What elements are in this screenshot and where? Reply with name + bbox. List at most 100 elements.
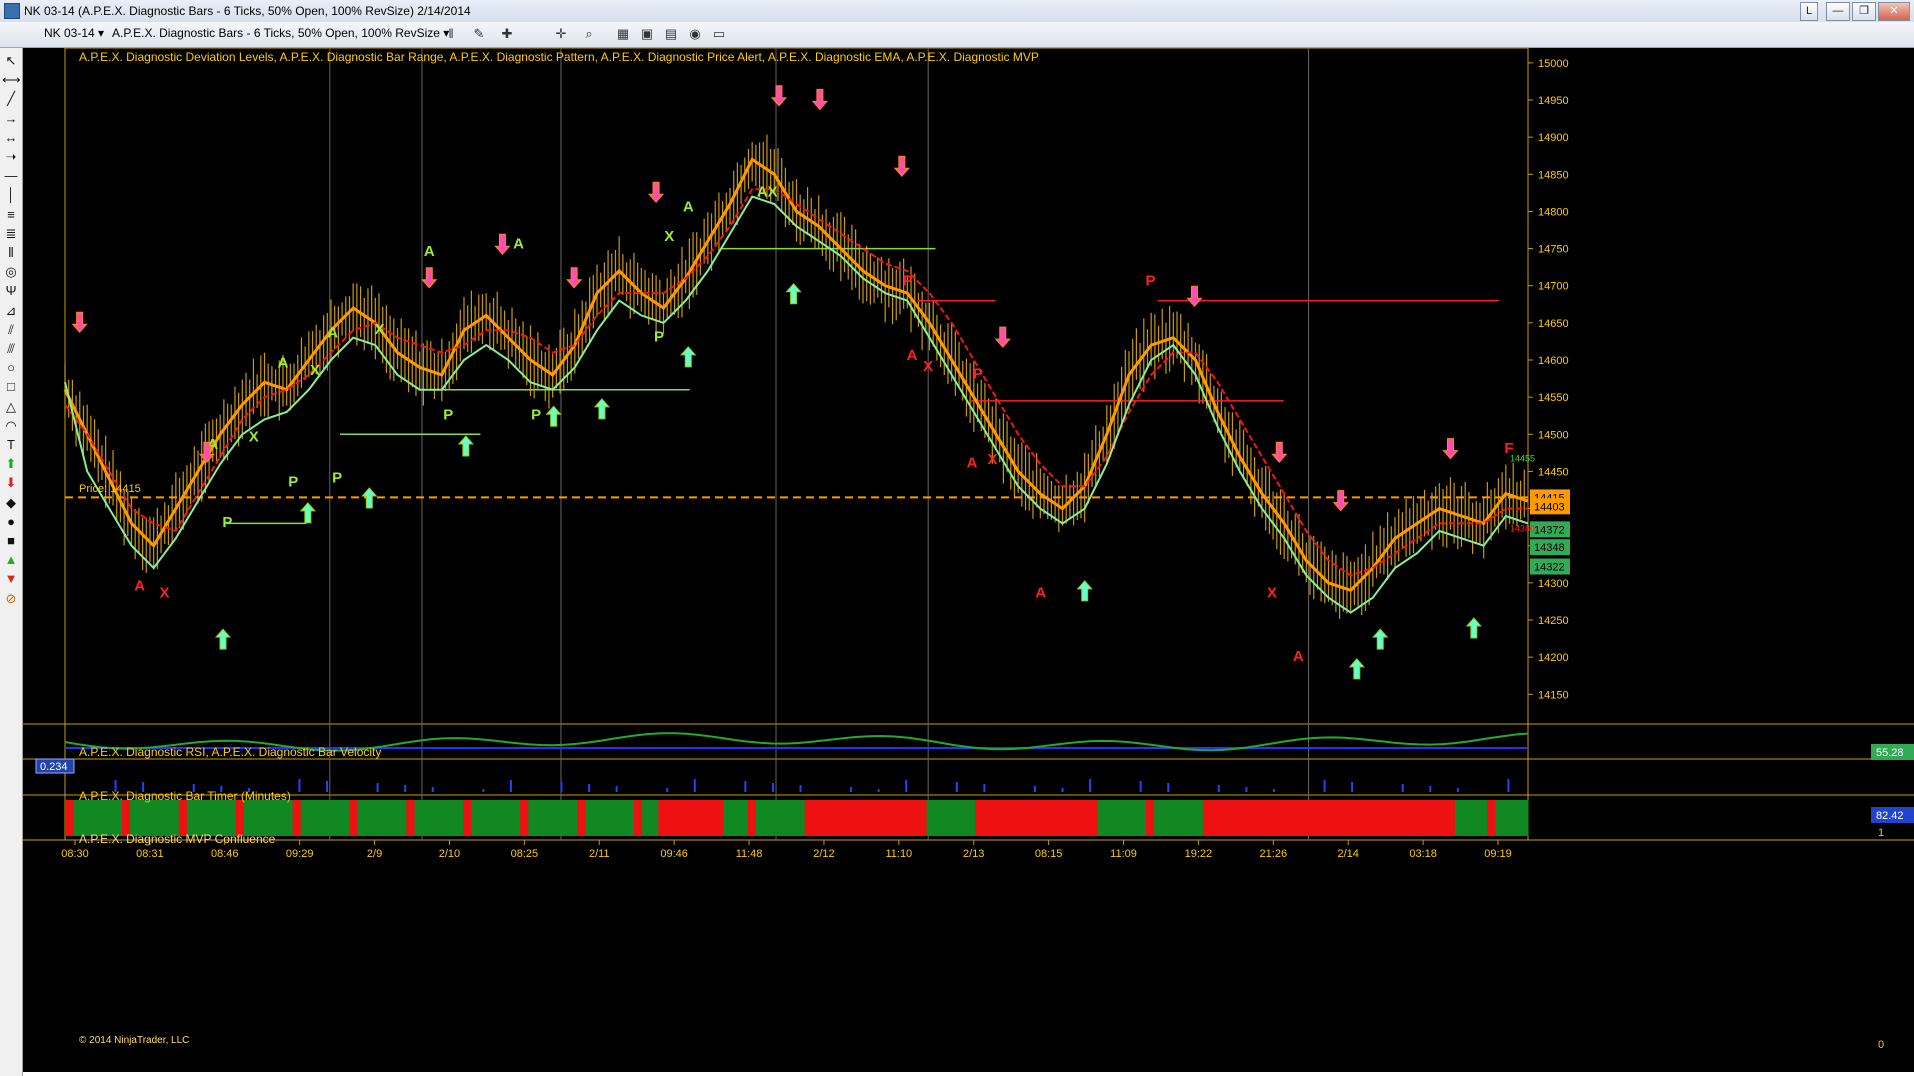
- horizontal-line-icon[interactable]: —: [2, 167, 20, 185]
- window-icon[interactable]: ▭: [710, 26, 728, 42]
- text-icon[interactable]: T: [2, 436, 20, 454]
- fib-circle-icon[interactable]: ◎: [2, 263, 20, 281]
- y-tick-label: 14750: [1538, 244, 1569, 256]
- mvp-block: [243, 800, 253, 836]
- mvp-block: [763, 800, 773, 836]
- marker-icon[interactable]: ✚: [498, 26, 516, 42]
- crosshair-icon[interactable]: ✛: [552, 26, 570, 42]
- mvp-block: [186, 800, 196, 836]
- square-icon[interactable]: ■: [2, 532, 20, 550]
- dot-icon[interactable]: ●: [2, 513, 20, 531]
- gann-fan-icon[interactable]: ⊿: [2, 302, 20, 320]
- y-tick-label: 14650: [1538, 318, 1569, 330]
- triangle-icon[interactable]: △: [2, 398, 20, 416]
- mvp-block: [430, 800, 440, 836]
- rectangle-icon[interactable]: □: [2, 378, 20, 396]
- x-tick-label: 08:31: [136, 848, 164, 860]
- mvp-block: [1072, 800, 1082, 836]
- timer-right-value: 82.42: [1876, 810, 1904, 822]
- app-icon: [4, 3, 20, 19]
- instrument-selector[interactable]: NK 03-14 ▾: [44, 26, 104, 40]
- mvp-block: [1227, 800, 1236, 836]
- strategies-icon[interactable]: ▦: [614, 26, 632, 42]
- mvp-block: [707, 800, 716, 836]
- remove-icon[interactable]: ⊘: [2, 590, 20, 608]
- extended-line-icon[interactable]: ↔: [2, 129, 20, 147]
- signal-label: A: [134, 577, 145, 594]
- x-tick-label: 11:10: [885, 848, 912, 860]
- mvp-block: [422, 800, 432, 836]
- pencil-icon[interactable]: ✎: [470, 26, 488, 42]
- mvp-block: [89, 800, 99, 836]
- regression-channel-icon[interactable]: ⫽: [2, 321, 20, 339]
- signal-label: X: [1267, 585, 1277, 602]
- ellipse-icon[interactable]: ○: [2, 359, 20, 377]
- signal-label: P: [222, 514, 232, 531]
- andrews-pitchfork-icon[interactable]: Ψ: [2, 282, 20, 300]
- x-tick-label: 08:30: [61, 848, 89, 860]
- trend-channel-icon[interactable]: ⫻: [2, 340, 20, 358]
- mvp-block: [1194, 800, 1204, 836]
- mvp-block: [1024, 800, 1033, 836]
- ruler-icon[interactable]: ⟷: [2, 71, 21, 89]
- mvp-block: [1178, 800, 1188, 836]
- y-tick-label: 14250: [1538, 615, 1569, 627]
- signal-label: P: [973, 366, 983, 383]
- mvp-block: [447, 800, 456, 836]
- mvp-block: [812, 800, 822, 836]
- line-icon[interactable]: ╱: [2, 90, 20, 108]
- mvp-block: [365, 800, 375, 836]
- mvp-block: [138, 800, 147, 836]
- arrow-up-icon[interactable]: ⬆: [2, 455, 20, 473]
- bar-type-selector[interactable]: A.P.E.X. Diagnostic Bars - 6 Ticks, 50% …: [112, 26, 449, 40]
- mvp-block: [471, 800, 481, 836]
- mvp-block: [219, 800, 229, 836]
- mvp-block: [910, 800, 919, 836]
- mvp-block: [170, 800, 180, 836]
- mvp-block: [747, 800, 757, 836]
- vertical-line-icon[interactable]: │: [2, 186, 20, 204]
- mvp-block: [544, 800, 554, 836]
- signal-label: A: [907, 347, 918, 364]
- y-tick-label: 14450: [1538, 466, 1569, 478]
- triangle-down-icon[interactable]: ▼: [2, 570, 20, 588]
- current-price-label: Price: 14415: [79, 483, 141, 495]
- mvp-block: [1389, 800, 1399, 836]
- mvp-block: [1454, 800, 1464, 836]
- mvp-block: [829, 800, 838, 836]
- chart-area[interactable]: A X A X A X A X A A X A AX P P P P P P P A X P A X A P X A F 15000 149…: [23, 47, 1914, 1072]
- mvp-block: [1089, 800, 1098, 836]
- minimize-button[interactable]: —: [1826, 2, 1850, 21]
- mvp-block: [1080, 800, 1090, 836]
- bars-icon[interactable]: ‖: [442, 26, 460, 42]
- mvp-block: [1422, 800, 1431, 836]
- mvp-block: [1064, 800, 1074, 836]
- window-title: NK 03-14 (A.P.E.X. Diagnostic Bars - 6 T…: [24, 4, 471, 18]
- x-tick-label: 08:25: [511, 848, 539, 860]
- small-price-label: 14455: [1510, 454, 1535, 464]
- close-button[interactable]: ✕: [1878, 2, 1910, 21]
- diamond-icon[interactable]: ◆: [2, 494, 20, 512]
- maximize-button[interactable]: ❐: [1852, 2, 1876, 21]
- mvp-block: [934, 800, 944, 836]
- link-button[interactable]: L: [1800, 2, 1818, 21]
- zoom-icon[interactable]: ⌕: [580, 26, 598, 42]
- alert-icon[interactable]: ◉: [686, 26, 704, 42]
- fib-time-icon[interactable]: ⦀: [2, 244, 20, 262]
- chart-properties-icon[interactable]: ▤: [662, 26, 680, 42]
- arrow-down-icon[interactable]: ⬇: [2, 474, 20, 492]
- fib-retracement-icon[interactable]: ≡: [2, 206, 20, 224]
- ray-icon[interactable]: →: [2, 110, 20, 128]
- chart-svg[interactable]: A XA XA XA XA A XAAXPP PP PPPAX PA XAPXAF 15000149…: [23, 47, 1914, 1072]
- pointer-icon[interactable]: ↖: [2, 52, 20, 70]
- data-box-icon[interactable]: ▣: [638, 26, 656, 42]
- mvp-block: [1235, 800, 1245, 836]
- mvp-block: [1357, 800, 1366, 836]
- arrow-line-icon[interactable]: ➝: [2, 148, 20, 166]
- arc-icon[interactable]: ◠: [2, 417, 20, 435]
- mvp-block: [1406, 800, 1415, 836]
- window-title-bar: NK 03-14 (A.P.E.X. Diagnostic Bars - 6 T…: [0, 0, 1914, 23]
- fib-extension-icon[interactable]: ≣: [2, 225, 20, 243]
- triangle-up-icon[interactable]: ▲: [2, 551, 20, 569]
- mvp-block: [227, 800, 237, 836]
